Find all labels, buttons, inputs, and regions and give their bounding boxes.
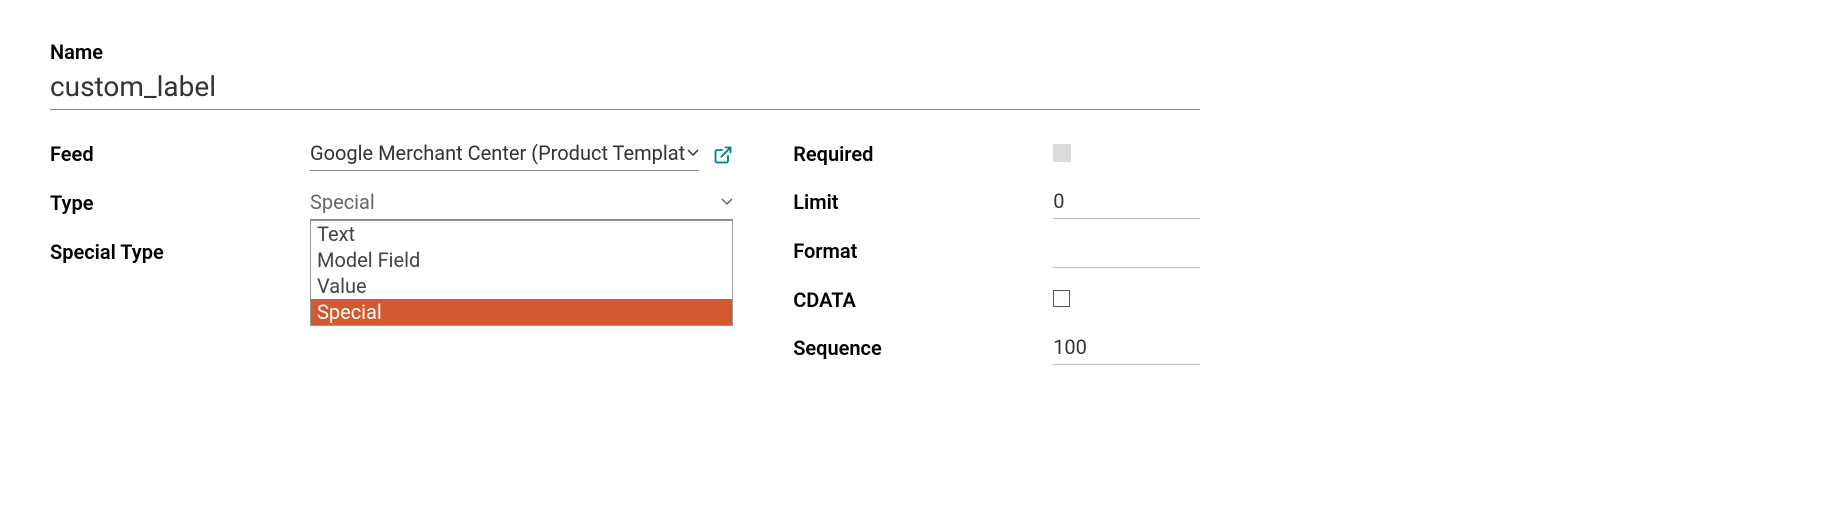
form-container: Name Feed Google Merchant Center (Produc…	[50, 40, 1200, 381]
type-option-text[interactable]: Text	[311, 221, 732, 247]
type-label: Type	[50, 187, 310, 215]
type-option-model-field[interactable]: Model Field	[311, 247, 732, 273]
caret-down-icon	[687, 149, 699, 157]
limit-row: Limit	[793, 186, 1200, 219]
name-input[interactable]	[50, 68, 1200, 110]
cdata-label: CDATA	[793, 284, 1053, 312]
sequence-input[interactable]	[1053, 332, 1200, 365]
sequence-row: Sequence	[793, 332, 1200, 365]
caret-down-icon	[721, 198, 733, 206]
required-checkbox	[1053, 144, 1071, 162]
name-label: Name	[50, 40, 1200, 64]
format-label: Format	[793, 235, 1053, 263]
cdata-checkbox[interactable]	[1053, 290, 1070, 307]
right-column: Required Limit Format CDATA	[793, 138, 1200, 381]
external-link-icon[interactable]	[713, 145, 733, 165]
required-row: Required	[793, 138, 1200, 170]
cdata-row: CDATA	[793, 284, 1200, 316]
limit-label: Limit	[793, 186, 1053, 214]
form-columns: Feed Google Merchant Center (Product Tem…	[50, 138, 1200, 381]
left-column: Feed Google Merchant Center (Product Tem…	[50, 138, 733, 381]
feed-select[interactable]: Google Merchant Center (Product Templat	[310, 138, 699, 171]
feed-value: Google Merchant Center (Product Templat	[310, 141, 685, 165]
special-type-label: Special Type	[50, 236, 310, 264]
type-row: Type Special Text Model Field Value Spec…	[50, 187, 733, 220]
limit-input[interactable]	[1053, 186, 1200, 219]
sequence-label: Sequence	[793, 332, 1053, 360]
feed-row: Feed Google Merchant Center (Product Tem…	[50, 138, 733, 171]
type-option-special[interactable]: Special	[311, 299, 732, 325]
type-option-value[interactable]: Value	[311, 273, 732, 299]
format-row: Format	[793, 235, 1200, 268]
type-dropdown: Text Model Field Value Special	[310, 220, 733, 326]
required-label: Required	[793, 138, 1053, 166]
type-value: Special	[310, 190, 375, 214]
name-field-group: Name	[50, 40, 1200, 110]
type-select[interactable]: Special	[310, 187, 733, 220]
format-input[interactable]	[1053, 235, 1200, 268]
feed-label: Feed	[50, 138, 310, 166]
